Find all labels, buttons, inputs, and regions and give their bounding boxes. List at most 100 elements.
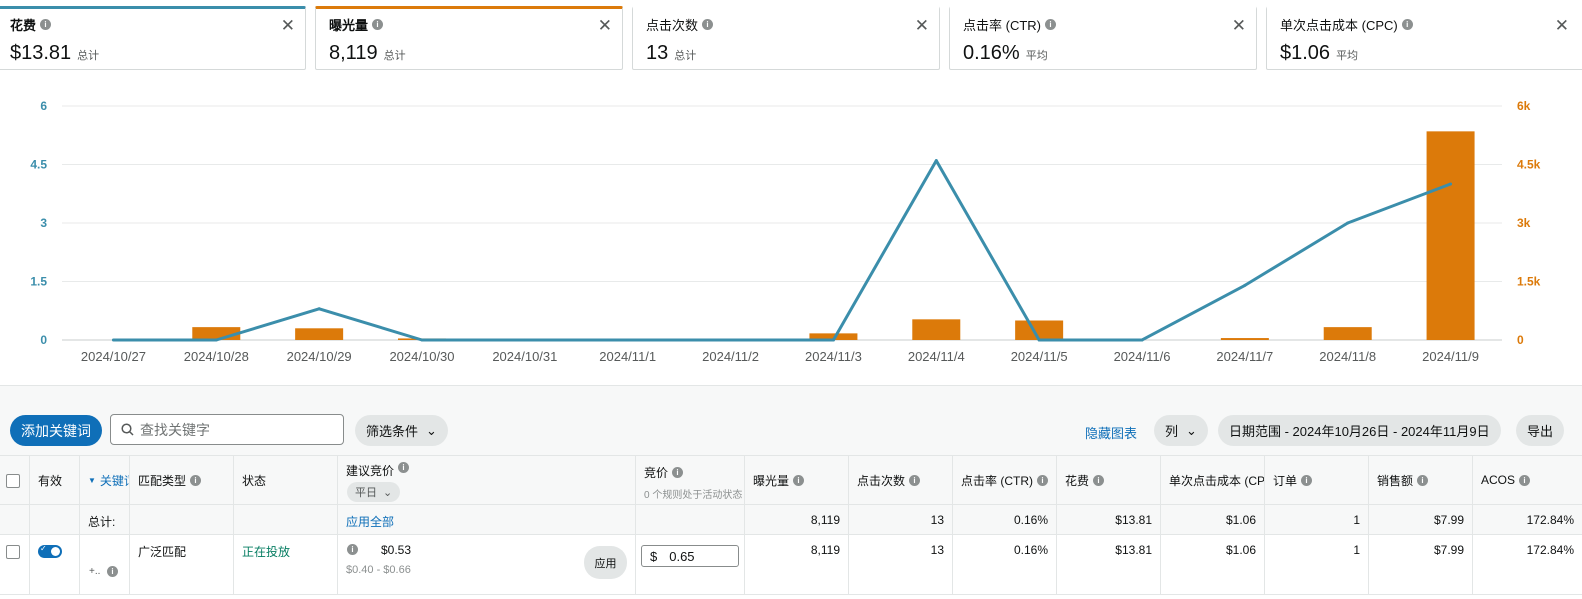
info-icon[interactable]: i	[1093, 474, 1105, 486]
metric-card-impressions[interactable]: 曝光量 i 8,119 总计 ✕	[315, 6, 623, 70]
info-icon[interactable]: i	[372, 19, 384, 30]
col-cpc[interactable]: 单次点击成本 (CPC)	[1161, 456, 1265, 504]
col-orders[interactable]: 订单 i	[1265, 456, 1369, 504]
spend-line	[113, 159, 1452, 342]
col-label: 点击率 (CTR)	[961, 473, 1033, 488]
metric-title: 点击次数 i	[646, 15, 714, 34]
info-icon[interactable]: i	[40, 19, 52, 30]
search-input[interactable]	[140, 421, 330, 438]
apply-all-link[interactable]: 应用全部	[346, 515, 394, 529]
spend-point	[934, 159, 938, 163]
right-axis-tick: 3k	[1517, 216, 1531, 230]
col-status[interactable]: 状态	[234, 456, 338, 504]
col-spend[interactable]: 花费 i	[1057, 456, 1161, 504]
suggested-bid-range: $0.40 - $0.66	[346, 564, 411, 576]
spend-point	[1449, 182, 1453, 186]
select-all-checkbox[interactable]	[6, 474, 20, 488]
left-axis-tick: 4.5	[30, 158, 47, 172]
filter-label: 筛选条件	[366, 424, 419, 439]
filter-button[interactable]: 筛选条件 ⌄	[355, 415, 448, 446]
hide-chart-link[interactable]: 隐藏图表	[1085, 423, 1137, 442]
metric-value: 8,119 总计	[329, 42, 406, 64]
metric-cards: 花费 i $13.81 总计 ✕ 曝光量 i 8,119 总计 ✕ 点击次数 i 13 总计…	[0, 6, 1582, 72]
x-axis-tick: 2024/11/4	[908, 349, 965, 364]
metric-card-clicks[interactable]: 点击次数 i 13 总计 ✕	[632, 6, 940, 70]
info-icon[interactable]: i	[1301, 474, 1313, 486]
spend-point	[1243, 283, 1247, 287]
close-icon[interactable]: ✕	[915, 17, 929, 34]
close-icon[interactable]: ✕	[1232, 17, 1246, 34]
info-icon[interactable]: i	[1045, 19, 1056, 30]
table-row[interactable]: +.. i 广泛匹配 正在投放 i $0.53 $0.40 - $0.66 应用…	[0, 535, 1582, 595]
info-icon[interactable]: i	[672, 467, 684, 478]
chevron-down-icon: ⌄	[383, 486, 393, 499]
col-keyword[interactable]: ▼关键词	[80, 456, 130, 504]
info-icon[interactable]: i	[347, 544, 358, 555]
spend-point	[626, 338, 630, 342]
keyword-search[interactable]	[110, 414, 344, 445]
col-acos[interactable]: ACOS i	[1473, 456, 1582, 504]
col-sales[interactable]: 销售额 i	[1369, 456, 1473, 504]
info-icon[interactable]: i	[1519, 474, 1531, 486]
col-ctr[interactable]: 点击率 (CTR) i	[953, 456, 1057, 504]
row-checkbox[interactable]	[6, 545, 20, 559]
section-divider	[0, 385, 1582, 405]
active-toggle[interactable]	[38, 544, 62, 558]
bid-input-field[interactable]: $	[641, 545, 739, 567]
col-label: 关键词	[99, 473, 129, 488]
columns-button[interactable]: 列 ⌄	[1154, 415, 1208, 446]
metric-card-ctr[interactable]: 点击率 (CTR) i 0.16% 平均 ✕	[949, 6, 1257, 70]
close-icon[interactable]: ✕	[598, 17, 612, 34]
col-active[interactable]: 有效	[30, 456, 80, 504]
x-axis-tick: 2024/10/30	[389, 349, 454, 364]
row-ctr: 0.16%	[953, 535, 1057, 594]
x-axis-tick: 2024/11/7	[1216, 349, 1273, 364]
info-icon[interactable]: i	[1417, 474, 1429, 486]
metric-card-cpc[interactable]: 单次点击成本 (CPC) i $1.06 平均 ✕	[1266, 6, 1582, 70]
metric-value: 0.16% 平均	[963, 42, 1048, 64]
bid-input[interactable]	[669, 548, 730, 564]
info-icon[interactable]: i	[1401, 19, 1413, 30]
spend-point	[420, 338, 424, 342]
row-status: 正在投放	[234, 535, 338, 594]
export-button[interactable]: 导出	[1516, 415, 1565, 446]
row-orders: 1	[1265, 535, 1369, 594]
col-label: 匹配类型	[138, 473, 187, 488]
right-axis-tick: 6k	[1517, 99, 1531, 113]
info-icon[interactable]: i	[909, 474, 921, 486]
close-icon[interactable]: ✕	[1555, 17, 1569, 34]
total-cell	[30, 505, 80, 534]
impressions-bar	[912, 319, 961, 340]
col-label: 建议竞价	[346, 464, 395, 478]
info-icon[interactable]: i	[190, 474, 202, 486]
col-match-type[interactable]: 匹配类型 i	[130, 456, 234, 504]
currency-symbol: $	[650, 548, 658, 564]
metric-card-spend[interactable]: 花费 i $13.81 总计 ✕	[0, 6, 306, 70]
apply-bid-button[interactable]: 应用	[584, 546, 627, 579]
keyword-more[interactable]: +..	[89, 566, 100, 577]
col-clicks[interactable]: 点击次数 i	[849, 456, 953, 504]
spend-point	[831, 338, 835, 342]
weekday-dropdown[interactable]: 平日 ⌄	[347, 482, 401, 502]
info-icon[interactable]: i	[398, 462, 410, 473]
close-icon[interactable]: ✕	[281, 17, 295, 34]
info-icon[interactable]: i	[107, 566, 118, 577]
col-label: 状态	[242, 473, 267, 488]
col-impressions[interactable]: 曝光量 i	[745, 456, 849, 504]
rules-note: 0 个规则处于活动状态	[644, 490, 743, 501]
total-ctr: 0.16%	[953, 505, 1057, 534]
info-icon[interactable]: i	[1037, 474, 1048, 486]
row-select-cell	[0, 535, 30, 594]
row-match-type: 广泛匹配	[130, 535, 234, 594]
impressions-bar	[295, 328, 344, 340]
col-bid[interactable]: 竞价 i 0 个规则处于活动状态	[636, 456, 745, 504]
spend-point	[214, 338, 218, 342]
metric-value: 13 总计	[646, 42, 697, 64]
add-keyword-button[interactable]: 添加关键词	[10, 415, 102, 446]
date-range-button[interactable]: 日期范围 - 2024年10月26日 - 2024年11月9日	[1218, 415, 1501, 446]
spend-point	[523, 338, 527, 342]
spend-point	[1140, 338, 1144, 342]
total-cell	[130, 505, 234, 534]
info-icon[interactable]: i	[702, 19, 714, 30]
info-icon[interactable]: i	[793, 474, 805, 486]
